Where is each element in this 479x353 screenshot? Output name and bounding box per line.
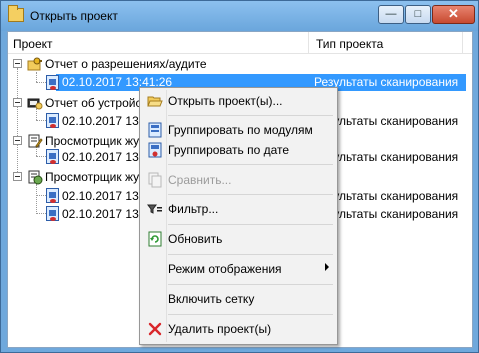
close-button[interactable]: ✕ (432, 5, 475, 24)
menu-item-label: Группировать по модулям (168, 123, 313, 137)
menu-separator (168, 254, 333, 255)
folder-icon (8, 5, 24, 22)
menu-item-filter[interactable]: Фильтр... (142, 198, 335, 220)
tree-line (36, 156, 46, 157)
key-folder-icon (27, 57, 42, 71)
list-header: Проект Тип проекта (8, 32, 472, 54)
title-bar[interactable]: Открыть проект — □ ✕ (1, 1, 478, 31)
minimize-button[interactable]: — (378, 5, 404, 24)
menu-item-compare[interactable]: Сравнить... (142, 169, 335, 191)
scan-result-icon (46, 149, 59, 164)
compare-icon (148, 172, 162, 188)
menu-item-label: Группировать по дате (168, 143, 290, 157)
menu-item-group-by-date[interactable]: Группировать по дате (142, 139, 335, 161)
filter-icon (147, 204, 162, 214)
scan-result-icon (46, 206, 59, 221)
menu-item-group-by-modules[interactable]: Группировать по модулям (142, 119, 335, 141)
column-header-type[interactable]: Тип проекта (316, 37, 383, 51)
menu-item-enable-grid[interactable]: Включить сетку (142, 288, 335, 310)
open-folder-icon (147, 96, 163, 107)
scan-result-icon (46, 75, 59, 90)
open-project-window: Открыть проект — □ ✕ Проект Тип проекта (0, 0, 479, 353)
tree-line (17, 68, 18, 180)
tree-item-label: 02.10.2017 13: (62, 207, 143, 221)
tree-item-scan[interactable]: 02.10.2017 13: (62, 112, 142, 130)
group-date-icon (148, 142, 162, 158)
tree-line (36, 213, 46, 214)
menu-item-refresh[interactable]: Обновить (142, 228, 335, 250)
submenu-arrow-icon (325, 263, 329, 271)
tree-item-label: Просмотрщик жу (45, 134, 140, 148)
tree-item-scan[interactable]: 02.10.2017 13: (62, 187, 142, 205)
collapse-toggle[interactable] (13, 172, 22, 181)
menu-separator (168, 115, 333, 116)
menu-separator (168, 224, 333, 225)
scan-result-icon (46, 113, 59, 128)
menu-item-label: Удалить проект(ы) (168, 322, 272, 336)
column-header-project[interactable]: Проект (13, 37, 53, 51)
tree-line (36, 195, 46, 196)
tree-item-label: Отчет о разрешениях/аудите (45, 57, 207, 71)
menu-item-label: Фильтр... (168, 202, 219, 216)
group-modules-icon (148, 122, 162, 138)
tree-item-scan[interactable]: 02.10.2017 13: (62, 148, 142, 166)
menu-item-label: Включить сетку (168, 292, 255, 306)
tree-item-scan[interactable]: 02.10.2017 13: (62, 205, 142, 223)
menu-item-label: Открыть проект(ы)... (168, 94, 283, 108)
tree-line (36, 184, 37, 214)
log-viewer-icon (28, 170, 43, 185)
menu-item-label: Режим отображения (168, 262, 282, 276)
device-report-icon (27, 98, 43, 110)
tree-item-group[interactable]: Отчет об устройс (25, 94, 145, 112)
tree-item-group[interactable]: Отчет о разрешениях/аудите (25, 55, 305, 73)
column-divider[interactable] (308, 32, 309, 54)
menu-item-label: Сравнить... (168, 173, 232, 187)
collapse-toggle[interactable] (13, 59, 22, 68)
refresh-icon (148, 231, 162, 247)
menu-item-open-project[interactable]: Открыть проект(ы)... (142, 90, 335, 112)
context-menu: Открыть проект(ы)... Группировать по мод… (139, 87, 338, 345)
header-filler (462, 32, 472, 54)
tree-item-label: Отчет об устройс (45, 96, 142, 110)
maximize-button[interactable]: □ (405, 5, 431, 24)
tree-item-label: 02.10.2017 13: (62, 114, 143, 128)
scan-result-icon (46, 188, 59, 203)
menu-item-display-mode[interactable]: Режим отображения (142, 258, 335, 280)
tree-line (36, 82, 46, 83)
window-title: Открыть проект (30, 9, 118, 23)
menu-separator (168, 284, 333, 285)
collapse-toggle[interactable] (13, 98, 22, 107)
menu-item-label: Обновить (168, 232, 223, 246)
menu-separator (168, 164, 333, 165)
menu-separator (168, 314, 333, 315)
delete-icon (148, 322, 162, 336)
tree-item-group[interactable]: Просмотрщик жу (25, 168, 145, 186)
log-viewer-icon (28, 134, 43, 148)
tree-item-label: 02.10.2017 13: (62, 189, 143, 203)
tree-line (36, 72, 37, 82)
menu-separator (168, 194, 333, 195)
tree-item-label: 02.10.2017 13: (62, 150, 143, 164)
tree-line (36, 120, 46, 121)
collapse-toggle[interactable] (13, 136, 22, 145)
tree-item-label: Просмотрщик жу (45, 170, 140, 184)
menu-item-delete-project[interactable]: Удалить проект(ы) (142, 318, 335, 340)
